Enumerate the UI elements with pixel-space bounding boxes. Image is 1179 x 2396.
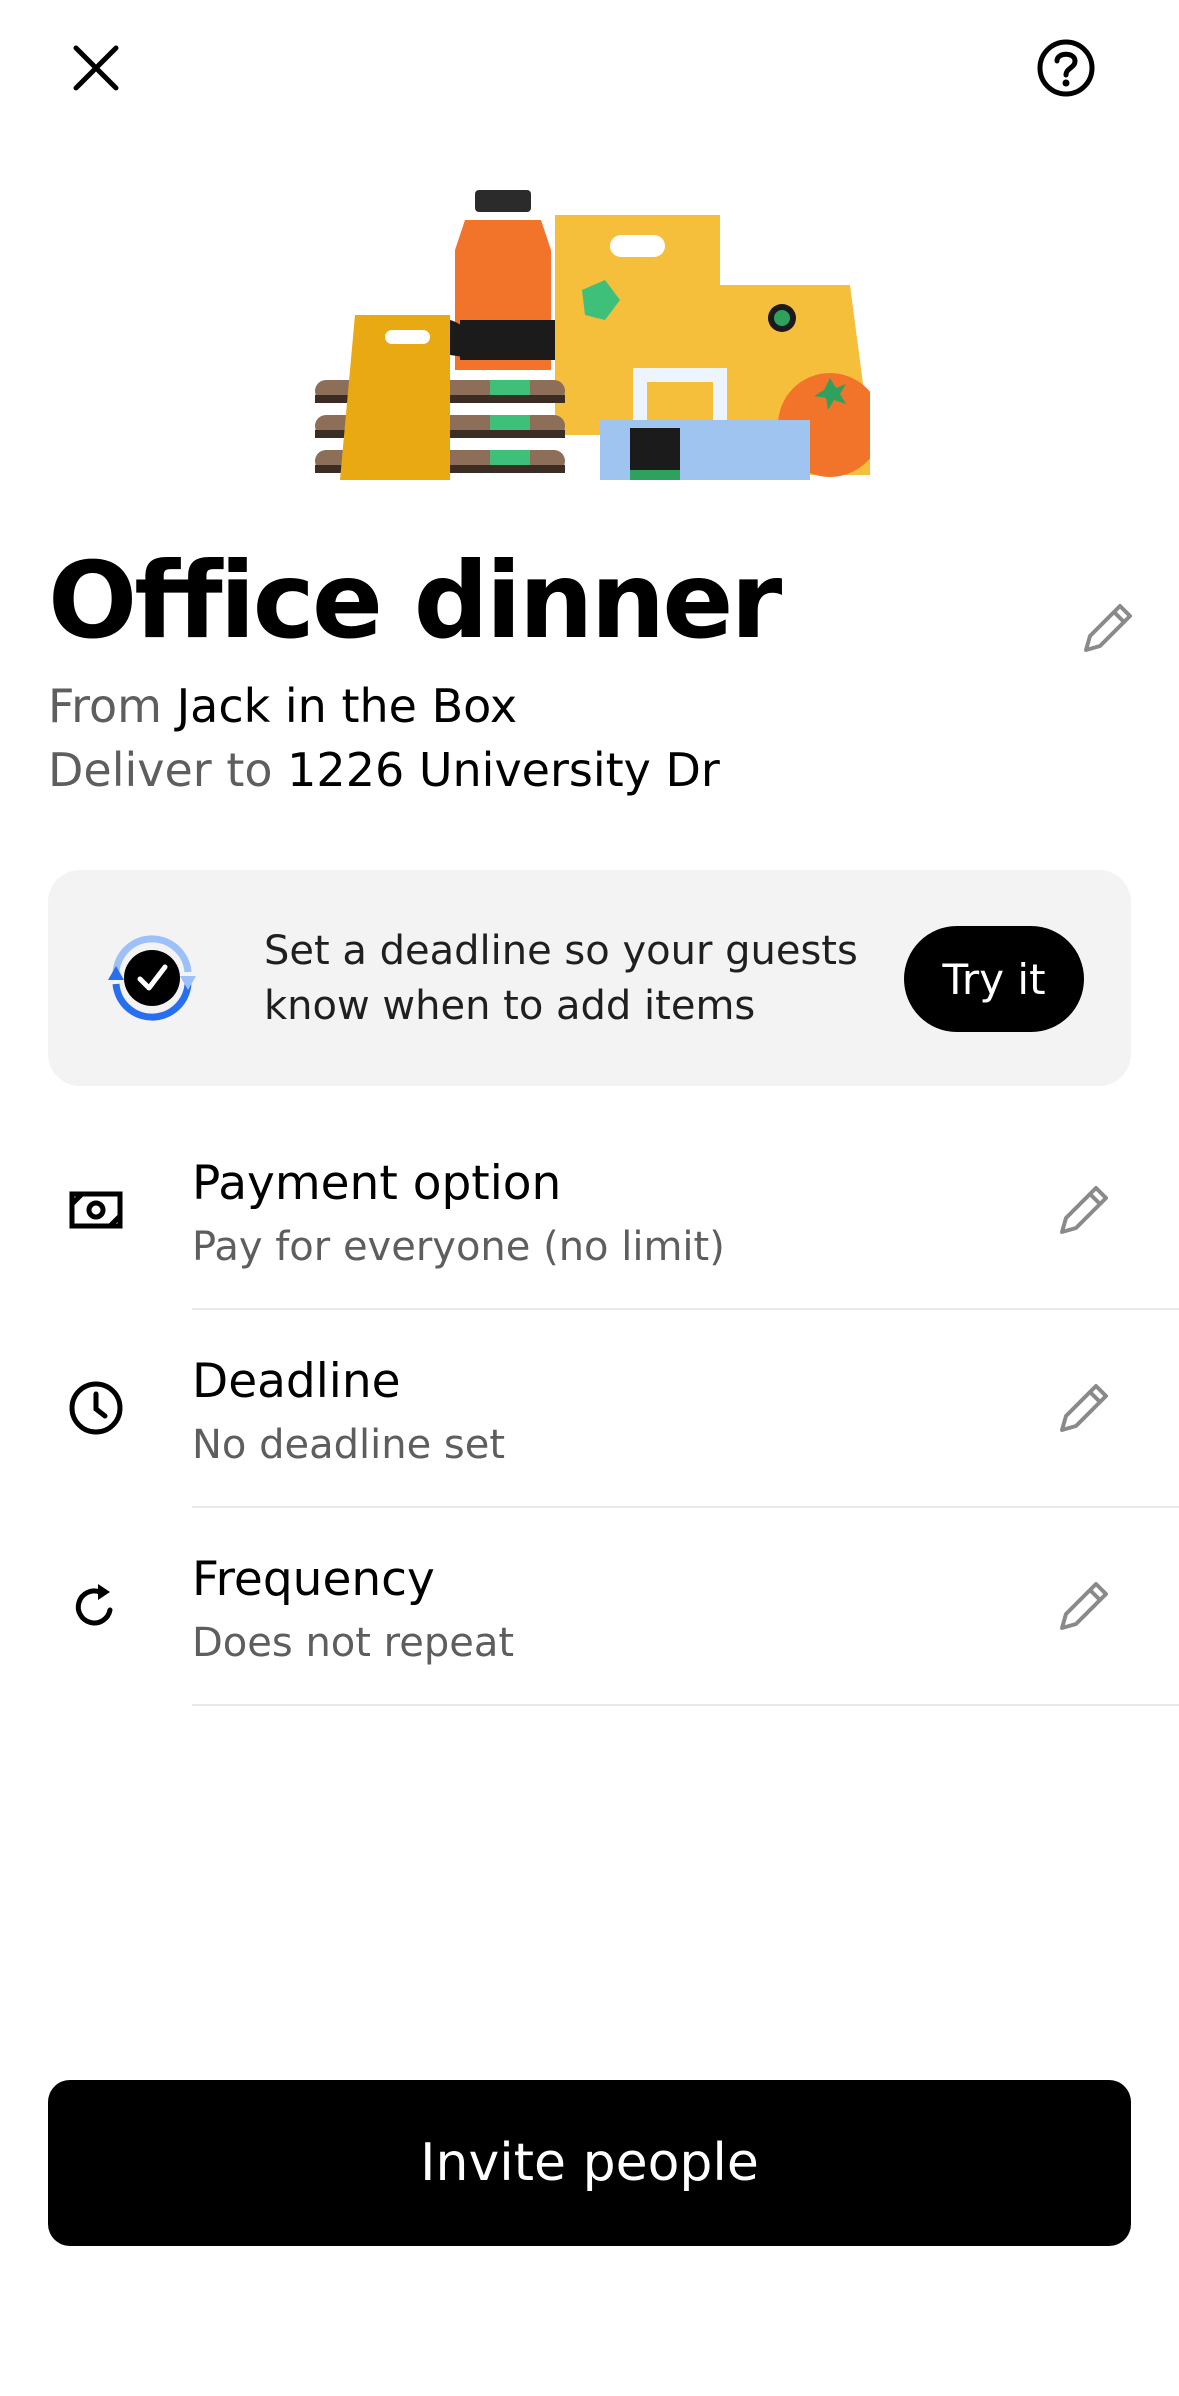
deadline-promo-text: Set a deadline so your guests know when … <box>264 928 858 1029</box>
pencil-icon <box>1060 1384 1108 1432</box>
deadline-promo-card: Set a deadline so your guests know when … <box>48 870 1131 1086</box>
payment-option-row[interactable]: Payment option Pay for everyone (no limi… <box>0 1112 1179 1310</box>
pencil-icon <box>1084 604 1132 652</box>
invite-people-button[interactable]: Invite people <box>48 2080 1131 2246</box>
group-order-title: Office dinner <box>48 540 782 662</box>
row-title: Frequency <box>192 1552 435 1607</box>
pencil-icon <box>1060 1186 1108 1234</box>
edit-frequency-button[interactable] <box>1036 1558 1132 1654</box>
help-button[interactable] <box>1018 20 1114 116</box>
close-button[interactable] <box>48 20 144 116</box>
edit-title-button[interactable] <box>1060 580 1156 676</box>
restaurant-line: From Jack in the Box <box>48 676 517 736</box>
row-title: Payment option <box>192 1156 562 1211</box>
help-icon <box>1037 39 1095 97</box>
deliver-to-label: Deliver to <box>48 743 273 797</box>
restaurant-name: Jack in the Box <box>176 679 518 733</box>
group-order-illustration <box>310 180 882 480</box>
delivery-address-line: Deliver to 1226 University Dr <box>48 740 720 800</box>
from-label: From <box>48 679 162 733</box>
delivery-address: 1226 University Dr <box>287 743 720 797</box>
row-subtitle: Does not repeat <box>192 1620 515 1666</box>
row-title: Deadline <box>192 1354 401 1409</box>
deadline-row[interactable]: Deadline No deadline set <box>0 1310 1179 1508</box>
deadline-check-icon <box>96 922 208 1034</box>
close-icon <box>73 45 119 91</box>
frequency-row[interactable]: Frequency Does not repeat <box>0 1508 1179 1706</box>
row-subtitle: Pay for everyone (no limit) <box>192 1224 725 1270</box>
row-subtitle: No deadline set <box>192 1422 506 1468</box>
repeat-icon <box>48 1558 144 1654</box>
divider <box>192 1704 1179 1706</box>
edit-payment-button[interactable] <box>1036 1162 1132 1258</box>
clock-icon <box>48 1360 144 1456</box>
cash-icon <box>48 1162 144 1258</box>
try-it-button[interactable]: Try it <box>904 926 1084 1032</box>
pencil-icon <box>1060 1582 1108 1630</box>
edit-deadline-button[interactable] <box>1036 1360 1132 1456</box>
